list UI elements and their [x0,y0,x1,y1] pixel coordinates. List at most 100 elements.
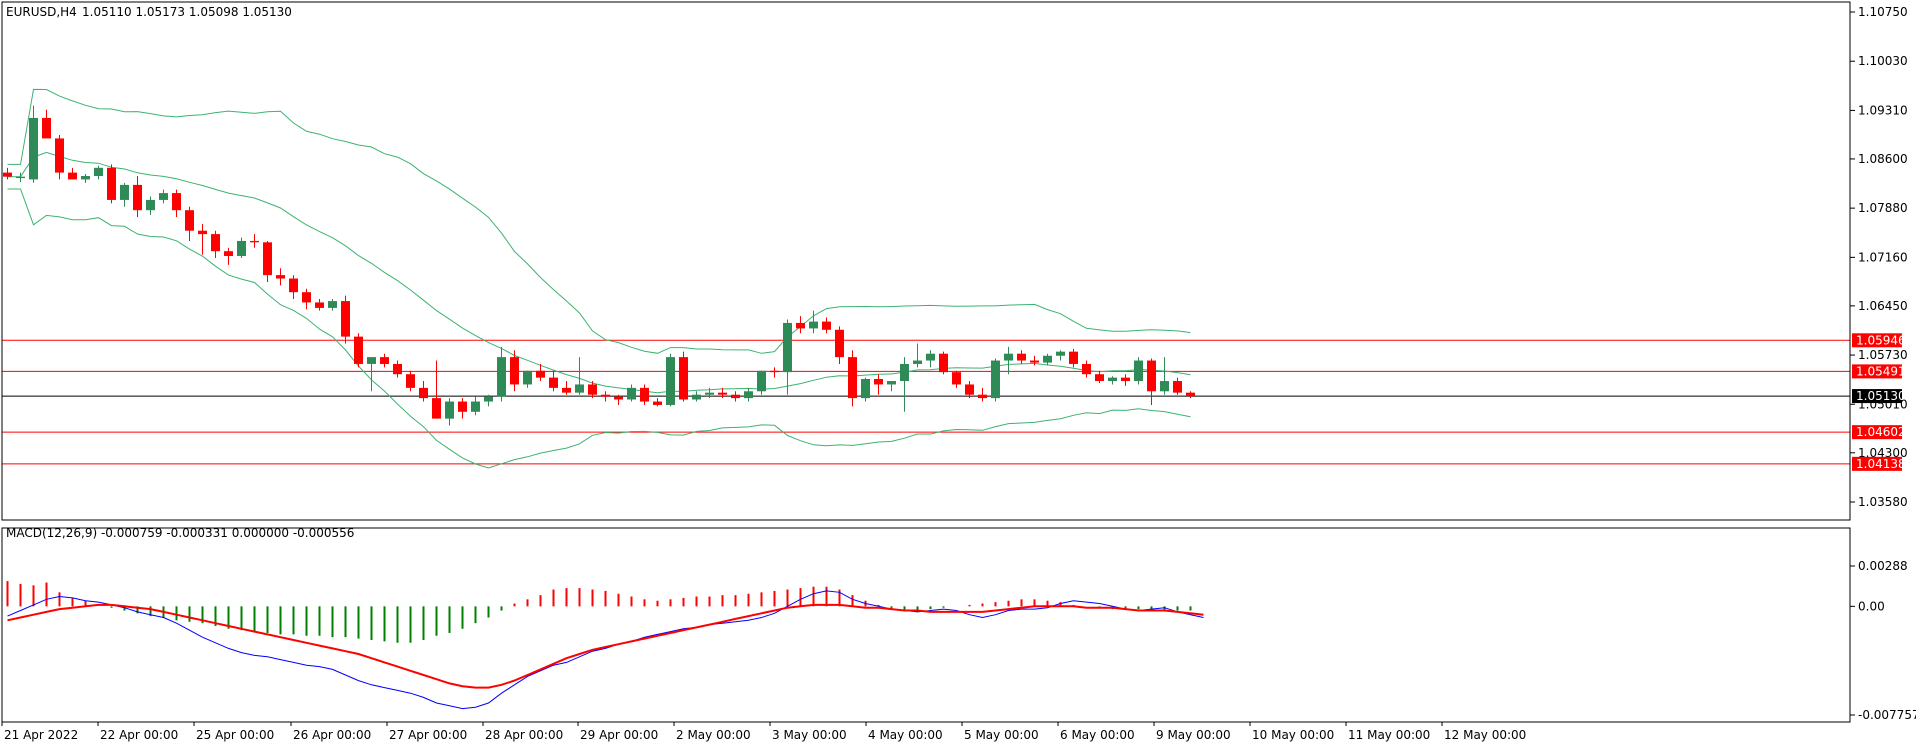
candle-body [1004,353,1013,361]
candle-body [393,363,402,375]
x-tick-label: 28 Apr 00:00 [485,728,563,742]
candle-body [783,322,792,373]
candle-body [1160,381,1169,392]
x-tick-label: 3 May 00:00 [772,728,847,742]
candle-body [16,176,25,179]
candle-body [601,394,610,397]
candle-body [185,210,194,231]
candle-body [146,199,155,211]
candle-body [198,230,207,235]
x-tick-label: 4 May 00:00 [868,728,943,742]
candle-body [1108,377,1117,382]
x-tick-label: 22 Apr 00:00 [100,728,178,742]
candle-body [666,357,675,405]
price-y-tick-label: 1.09310 [1858,103,1908,117]
price-y-tick-label: 1.10030 [1858,54,1908,68]
candle-body [822,321,831,330]
candle-body [42,117,51,139]
candle-body [770,370,779,373]
x-tick-label: 21 Apr 2022 [4,728,78,742]
price-y-tick-label: 1.05730 [1858,348,1908,362]
candle-body [289,278,298,293]
trading-chart[interactable]: 1.10750 1.10030 1.09310 1.08600 1.07880 1.071… [0,0,1916,747]
macd-y-tick-label: 0.00 [1858,599,1885,613]
x-tick-label: 27 Apr 00:00 [389,728,467,742]
candle-body [328,301,337,308]
candle-body [1121,377,1130,382]
candle-body [458,401,467,412]
candle-body [874,378,883,385]
macd-y-tick-label: -0.007757 [1858,708,1916,722]
candle-body [523,370,532,385]
candle [1134,357,1143,385]
candle-body [1043,355,1052,363]
candle-body [536,370,545,378]
level-price-label: 1.05946 [1856,333,1906,347]
candle-body [692,394,701,400]
candle-body [237,240,246,256]
candle-body [406,374,415,388]
candle-body [471,401,480,412]
x-tick-label: 5 May 00:00 [964,728,1039,742]
candle-body [679,357,688,400]
x-tick-label: 12 May 00:00 [1444,728,1526,742]
x-tick-label: 6 May 00:00 [1060,728,1135,742]
candle-body [835,329,844,358]
candle [679,351,688,402]
candle-body [1017,353,1026,361]
candle-body [614,396,623,400]
level-price-label: 1.05491 [1856,364,1906,378]
candle-body [991,360,1000,399]
candle-body [341,301,350,337]
candle-body [1095,374,1104,382]
candle-body [380,357,389,364]
candle-body [848,357,857,399]
macd-y-tick-label: 0.00288 [1858,559,1908,573]
price-y-tick-label: 1.07880 [1858,201,1908,215]
x-tick-label: 10 May 00:00 [1252,728,1334,742]
candle-body [510,357,519,385]
candle-body [861,378,870,399]
candle-body [562,387,571,393]
price-y-tick-label: 1.10750 [1858,5,1908,19]
price-y-tick-label: 1.07160 [1858,250,1908,264]
x-tick-label: 25 Apr 00:00 [196,728,274,742]
x-tick-label: 11 May 00:00 [1348,728,1430,742]
candle-body [432,398,441,419]
level-price-label: 1.04138 [1856,457,1906,471]
candle-body [731,394,740,399]
candle-body [1056,351,1065,356]
candle-body [1030,360,1039,363]
candle-body [94,167,103,177]
candle-body [809,321,818,329]
price-y-tick-label: 1.03580 [1858,495,1908,509]
candle-body [3,172,12,177]
candle-body [484,396,493,402]
candle-body [120,184,129,200]
level-price-label: 1.04602 [1856,425,1906,439]
candle [354,333,363,368]
candle-body [913,360,922,364]
x-tick-label: 26 Apr 00:00 [293,728,371,742]
candle-body [900,363,909,382]
candle [757,370,766,395]
candle [861,377,870,402]
candle-body [744,391,753,399]
candle-body [68,172,77,180]
candle-body [211,234,220,252]
candle-body [497,357,506,397]
candle-body [549,377,558,388]
candle-body [250,240,259,243]
candle-body [640,387,649,402]
candle-body [276,275,285,279]
candle-body [978,394,987,399]
x-tick-label: 29 Apr 00:00 [580,728,658,742]
candle-body [354,336,363,364]
candle-body [263,242,272,276]
x-tick-label: 2 May 00:00 [676,728,751,742]
macd-label: MACD(12,26,9) -0.000759 -0.000331 0.0000… [6,526,354,540]
candle [991,358,1000,402]
candle-body [939,353,948,373]
candle-body [887,381,896,385]
candle-body [757,370,766,392]
